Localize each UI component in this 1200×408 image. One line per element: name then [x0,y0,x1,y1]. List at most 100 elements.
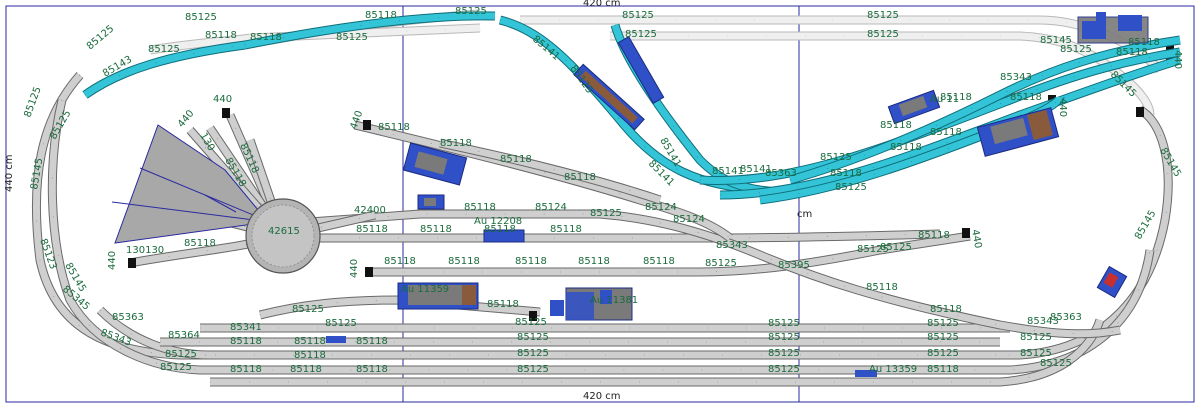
dimension-bottom: 420 cm [583,391,621,402]
track-label: 85125 [455,6,487,17]
track-label: 85125 [768,348,800,359]
track-label: 85118 [500,154,532,165]
track-label: 85118 [890,142,922,153]
buffer-label: 440 [1057,98,1068,117]
track-label: 85125 [22,85,43,119]
buffer-stop[interactable] [962,228,970,238]
track-label: 85125 [622,10,654,21]
track-label: 85125 [590,208,622,219]
track-label: 85125 [85,23,116,52]
track-label: 85118 [184,238,216,249]
track-label: 85125 [515,317,547,328]
track-label: 85118 [290,364,322,375]
track-label: 85125 [927,348,959,359]
track-label: 85118 [927,364,959,375]
track-label: 85125 [867,10,899,21]
track-label: 85125 [768,318,800,329]
track-label: 85118 [643,256,675,267]
track-label: 85363 [765,168,797,179]
track-label: 85125 [820,152,852,163]
track-label: 85125 [625,29,657,40]
accessory-label: Au 13359 [869,364,917,375]
track-label: 85124 [535,202,567,213]
track-label: 85118 [378,122,410,133]
track-label: 85118 [365,10,397,21]
accessory-label: Au 11 [930,94,959,105]
track-label: 85125 [835,182,867,193]
track-label: 85145 [29,157,45,190]
track-label: 85125 [292,304,324,315]
track-label: 85341 [230,322,262,333]
hidden-track-segment[interactable] [610,31,1103,64]
track-label: 85118 [564,172,596,183]
track-label: 85125 [705,258,737,269]
track-label: 85125 [160,362,192,373]
buffer-stop[interactable] [363,120,371,130]
accessory-label: Au 12208 [474,216,522,227]
track-label: 85118 [918,230,950,241]
track-label: 85118 [250,32,282,43]
track-label: 85118 [230,336,262,347]
track-label: 85118 [356,224,388,235]
track-label: 85364 [168,330,200,341]
buffer-stop[interactable] [365,267,373,277]
buffer-label: 440 [969,229,983,250]
dimension-left: 440 cm [4,154,15,192]
accessory-label: Au 11381 [590,295,638,306]
track-label: 85125 [867,29,899,40]
turntable-label: 42615 [268,226,300,237]
track-label: 85118 [930,127,962,138]
main-line-upper[interactable] [320,229,941,243]
track-label: 85118 [420,224,452,235]
track-label: 85118 [550,224,582,235]
track-label: 85363 [1050,312,1082,323]
track-label: 85395 [778,260,810,271]
track-label: 85125 [768,364,800,375]
buffer-stop[interactable] [1136,107,1144,117]
track-label: 85118 [205,30,237,41]
track-label: 85118 [578,256,610,267]
track-label: 85124 [645,202,677,213]
track-label: 85124 [673,214,705,225]
buffer-label: 440 [176,108,197,130]
track-label: 85125 [165,349,197,360]
buffer-label: 440 [349,259,360,278]
track-label: 85125 [768,332,800,343]
buffer-label: 440 [107,251,118,270]
track-plan-canvas: 8512585118851258511885125851438512585118… [4,0,1195,403]
track-label: 85343 [716,240,748,251]
buffer-stop[interactable] [222,108,230,118]
track-label: 85125 [517,364,549,375]
diagonal-siding-2[interactable] [439,138,662,205]
track-label: 85343 [1000,72,1032,83]
small-building[interactable] [417,194,445,210]
track-label: 85118 [440,138,472,149]
upper-track-1[interactable] [699,47,1181,185]
crane-right[interactable] [1096,265,1128,299]
track-label: 85125 [185,12,217,23]
track-label: 85118 [1128,37,1160,48]
track-label: 85118 [866,282,898,293]
dimension-top: 420 cm [583,0,621,9]
track-label: 85125 [927,318,959,329]
track-label: 85118 [515,256,547,267]
track-label: 85118 [930,304,962,315]
buffer-label: 440 [213,94,232,105]
dimension-middle: cm [797,209,812,220]
track-label: 85125 [1060,44,1092,55]
track-label: 85118 [448,256,480,267]
track-label: 85125 [517,348,549,359]
track-label: 85118 [880,120,912,131]
buffer-label: 440 [1172,50,1183,69]
track-label: 85118 [1116,47,1148,58]
track-label: 85363 [112,312,144,323]
track-label: 85125 [336,32,368,43]
buffer-stop[interactable] [128,258,136,268]
track-label: 85118 [294,350,326,361]
track-label: 85125 [1040,358,1072,369]
track-label: 85118 [487,299,519,310]
track-label: 85118 [1010,92,1042,103]
track-label: 85118 [384,256,416,267]
track-label: 85118 [464,202,496,213]
track-label: 85125 [517,332,549,343]
